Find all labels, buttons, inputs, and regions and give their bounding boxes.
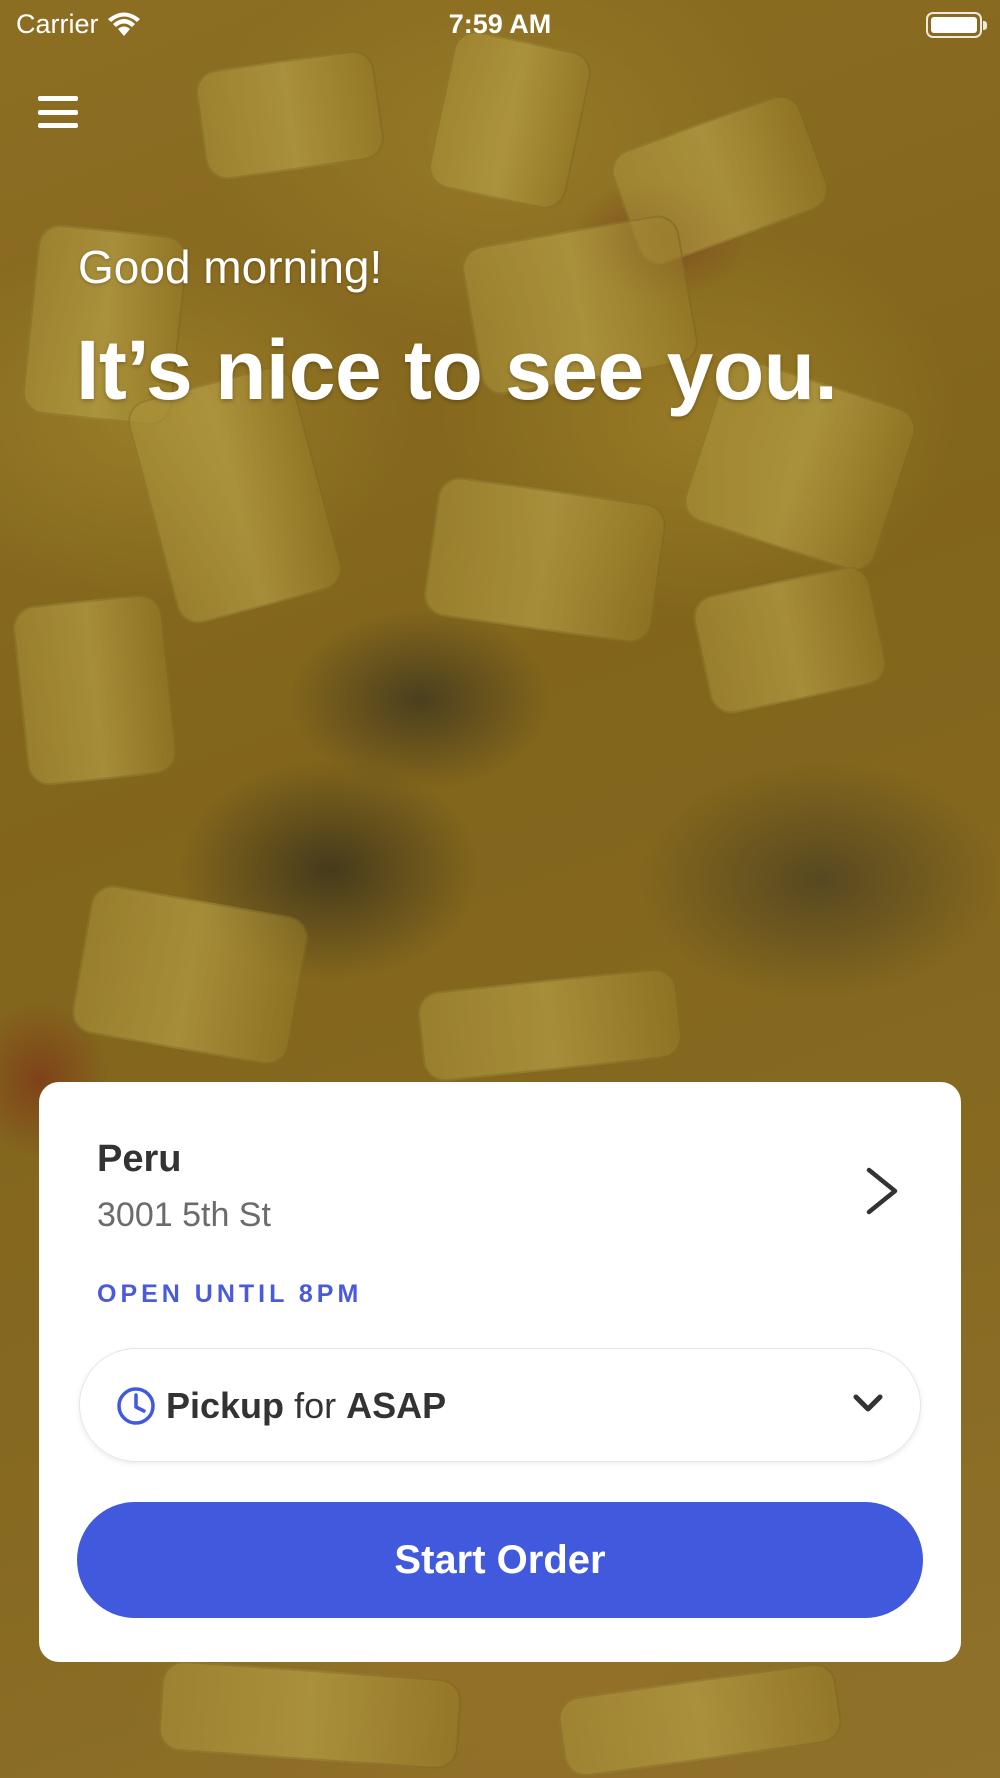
order-mode-selector[interactable]: Pickup for ASAP — [79, 1348, 921, 1462]
greeting-title: It’s nice to see you. — [76, 323, 838, 417]
battery-icon — [926, 12, 987, 38]
status-time: 7:59 AM — [448, 9, 552, 39]
chevron-right-icon[interactable] — [861, 1164, 905, 1218]
store-hours-status: OPEN UNTIL 8PM — [97, 1280, 363, 1308]
order-mode-summary: Pickup for ASAP — [166, 1385, 446, 1427]
clock-icon — [117, 1387, 155, 1425]
store-address: 3001 5th St — [97, 1196, 271, 1234]
store-name: Peru — [97, 1138, 182, 1180]
order-mode-time: ASAP — [346, 1385, 447, 1426]
status-bar: Carrier 7:59 AM — [0, 0, 1000, 50]
hamburger-icon[interactable] — [38, 94, 78, 130]
order-mode-type: Pickup — [166, 1385, 285, 1426]
order-mode-connector: for — [294, 1385, 337, 1426]
greeting-subtitle: Good morning! — [78, 241, 383, 293]
start-order-button[interactable]: Start Order — [77, 1502, 923, 1618]
chevron-down-icon — [853, 1394, 883, 1412]
store-card: Peru 3001 5th St OPEN UNTIL 8PM Pickup f… — [39, 1082, 961, 1662]
